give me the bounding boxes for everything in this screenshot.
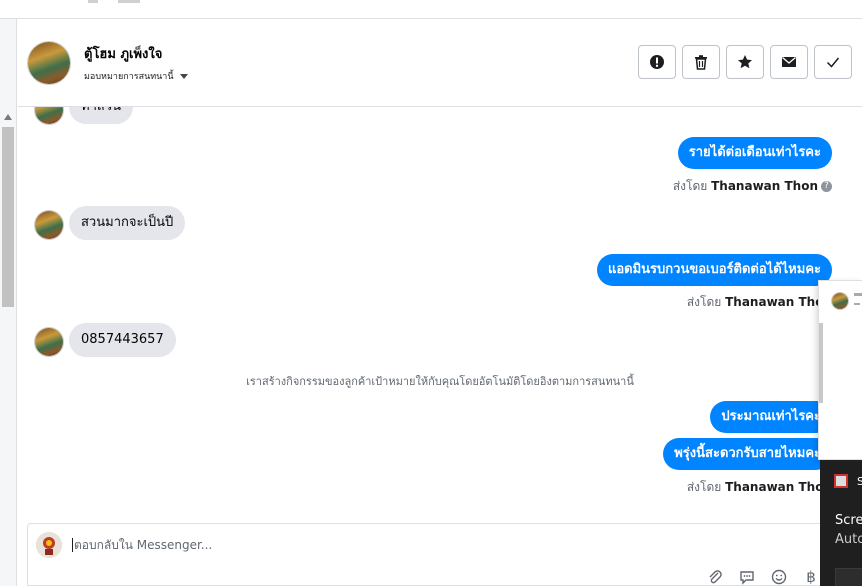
sent-by-prefix: ส่งโดย [686, 295, 722, 309]
check-icon [826, 57, 840, 68]
top-strip-fragment [88, 0, 98, 3]
sender-name: Thanawan Thon [711, 179, 818, 193]
top-strip-fragment [118, 0, 140, 3]
notification-toast[interactable]: S Scre Auto [820, 460, 862, 586]
app-icon [834, 474, 848, 488]
delete-button[interactable] [682, 45, 720, 79]
assign-conversation-dropdown[interactable]: มอบหมายการสนทนานี้ [84, 69, 188, 83]
outgoing-message[interactable]: ประมาณเท่าไรคะ [710, 401, 832, 433]
sent-by-label: ส่งโดย Thanawan Thon [687, 478, 832, 497]
assign-label: มอบหมายการสนทนานี้ [84, 72, 174, 82]
sent-by-label: ส่งโดย Thanawan Thon [687, 293, 832, 312]
page-avatar [36, 532, 62, 558]
popup-scrollbar[interactable] [819, 323, 823, 403]
message-thread[interactable]: ทำสวน รายได้ต่อเดือนเท่าไรคะ ส่งโดย Than… [18, 107, 862, 522]
contact-avatar-small [34, 327, 64, 357]
help-icon[interactable]: ? [821, 181, 832, 192]
outgoing-message[interactable]: รายได้ต่อเดือนเท่าไรคะ [677, 137, 832, 169]
star-icon [738, 55, 752, 69]
baht-payment-icon[interactable]: ฿ [802, 568, 820, 586]
toast-line-2: Auto [835, 532, 862, 547]
reply-composer: ฿ [27, 523, 827, 586]
attachment-icon[interactable] [706, 568, 724, 586]
popup-text-fragment [854, 303, 860, 305]
exclamation-icon [650, 55, 664, 69]
sent-by-prefix: ส่งโดย [686, 480, 722, 494]
mark-done-button[interactable] [814, 45, 852, 79]
sent-by-label: ส่งโดย Thanawan Thon? [673, 177, 832, 196]
left-scrollbar[interactable] [0, 19, 17, 586]
incoming-message[interactable]: สวนมากจะเป็นปี [69, 206, 186, 240]
contact-avatar-small [34, 107, 64, 125]
chat-popup-edge[interactable] [818, 280, 862, 460]
sender-name: Thanawan Thon [725, 480, 832, 494]
top-strip [0, 0, 862, 19]
mark-unread-button[interactable] [770, 45, 808, 79]
contact-avatar[interactable] [27, 41, 71, 85]
contact-avatar-small [34, 210, 64, 240]
scroll-up-arrow-icon[interactable] [4, 114, 12, 120]
reply-input[interactable] [72, 538, 672, 552]
popup-text-fragment [854, 293, 862, 296]
incoming-message[interactable]: ทำสวน [69, 107, 133, 124]
sent-by-prefix: ส่งโดย [672, 179, 708, 193]
trash-icon [695, 55, 707, 70]
envelope-icon [782, 57, 796, 67]
sender-name: Thanawan Thon [725, 295, 832, 309]
contact-name[interactable]: ตู้โฮม ภูเพ็งใจ [84, 43, 162, 64]
toast-line-1: Scre [835, 513, 862, 528]
composer-tools: ฿ [706, 568, 820, 586]
outgoing-message[interactable]: แอดมินรบกวนขอเบอร์ติดต่อได้ไหมคะ [596, 254, 832, 286]
emoji-icon[interactable] [770, 568, 788, 586]
star-button[interactable] [726, 45, 764, 79]
saved-reply-icon[interactable] [738, 568, 756, 586]
system-note: เราสร้างกิจกรรมของลูกค้าเป้าหมายให้กับคุ… [246, 375, 634, 388]
toast-action-button[interactable] [835, 568, 862, 586]
conversation-header: ตู้โฮม ภูเพ็งใจ มอบหมายการสนทนานี้ [18, 19, 862, 107]
header-actions [638, 45, 852, 79]
popup-avatar [831, 292, 849, 310]
incoming-message[interactable]: 0857443657 [69, 323, 176, 357]
toast-title: S [857, 475, 862, 488]
caret-down-icon [179, 73, 188, 79]
scroll-thumb[interactable] [2, 127, 14, 307]
mark-spam-button[interactable] [638, 45, 676, 79]
outgoing-message[interactable]: พรุ่งนี้สะดวกรับสายไหมคะ [663, 438, 832, 470]
